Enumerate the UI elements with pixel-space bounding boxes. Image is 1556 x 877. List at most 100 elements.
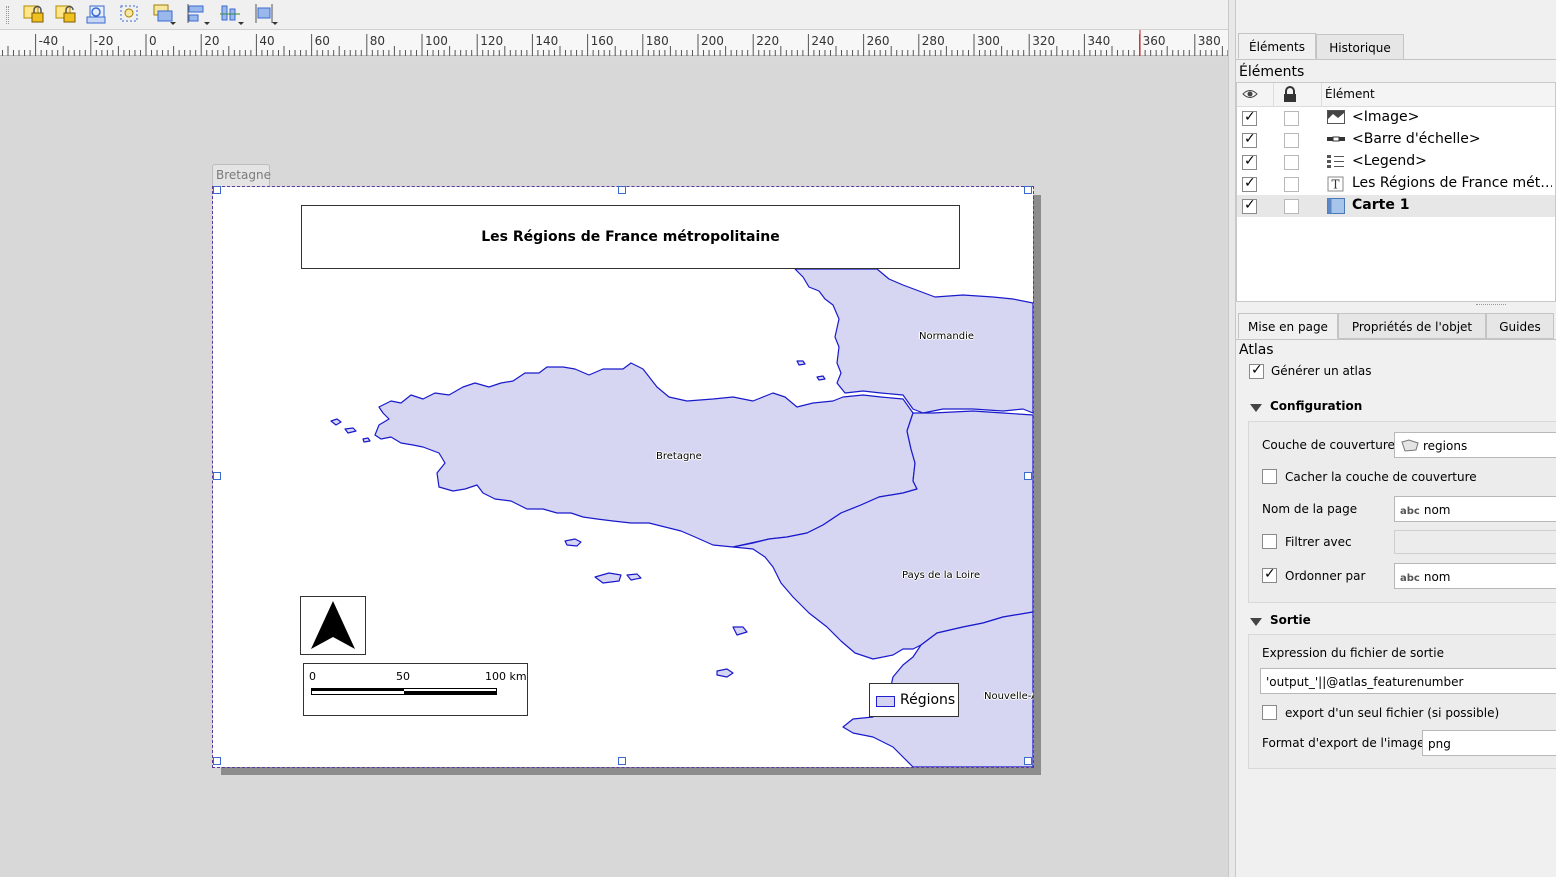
visibility-checkbox[interactable]: [1242, 175, 1257, 192]
filter-field[interactable]: [1394, 530, 1556, 554]
visibility-checkbox[interactable]: [1242, 197, 1257, 214]
legend-swatch: [876, 696, 895, 707]
generate-atlas-checkbox[interactable]: [1249, 362, 1264, 379]
tab-history[interactable]: Historique: [1316, 34, 1404, 60]
horizontal-ruler: -40 -20 0 20 40 60 80 100 120 140 160 180 200 220 240 2…: [0, 30, 1230, 56]
atlas-heading: Atlas: [1239, 342, 1274, 358]
legend-label: Régions: [900, 692, 956, 708]
resize-handle[interactable]: [213, 757, 221, 765]
raise-icon[interactable]: [150, 2, 178, 26]
lock-items-icon[interactable]: [20, 2, 48, 26]
lock-checkbox[interactable]: [1284, 155, 1299, 170]
resize-handle[interactable]: [618, 757, 626, 765]
distribute-icon[interactable]: [218, 2, 246, 26]
element-row[interactable]: <Image>: [1237, 107, 1555, 129]
expression-abc-icon: abc: [1400, 573, 1420, 584]
island: [816, 375, 826, 381]
image-format-label: Format d'export de l'image: [1262, 736, 1425, 750]
coverage-layer-select[interactable]: regions: [1394, 432, 1556, 458]
ruler-label: 260: [867, 34, 890, 48]
ruler-label: 180: [646, 34, 669, 48]
island: [716, 668, 734, 678]
hide-coverage-label: Cacher la couche de couverture: [1285, 470, 1477, 484]
north-arrow-item[interactable]: [300, 596, 366, 655]
element-row[interactable]: <Barre d'échelle>: [1237, 129, 1555, 151]
resize-handle[interactable]: [1024, 186, 1032, 194]
visibility-checkbox[interactable]: [1242, 109, 1257, 126]
ruler-label: 40: [259, 34, 274, 48]
configuration-title[interactable]: Configuration: [1270, 399, 1362, 413]
ungroup-icon[interactable]: [116, 2, 144, 26]
ruler-label: 140: [535, 34, 558, 48]
unlock-items-icon[interactable]: [52, 2, 80, 26]
resize-handle[interactable]: [618, 186, 626, 194]
resize-handle[interactable]: [213, 186, 221, 194]
align-icon[interactable]: [184, 2, 212, 26]
title-label-item[interactable]: Les Régions de France métropolitaine: [301, 205, 960, 269]
lock-checkbox[interactable]: [1284, 133, 1299, 148]
label-normandie: Normandie: [919, 331, 975, 342]
element-label: <Legend>: [1352, 153, 1427, 169]
lock-checkbox[interactable]: [1284, 199, 1299, 214]
right-panel: Éléments Historique Éléments Élément <Im…: [1236, 0, 1556, 877]
ruler-label: 60: [315, 34, 330, 48]
element-label: Carte 1: [1352, 197, 1410, 213]
visibility-checkbox[interactable]: [1242, 131, 1257, 148]
image-icon: [1327, 110, 1345, 126]
scale-bar-item[interactable]: 0 50 100 km: [303, 663, 528, 716]
island: [732, 626, 748, 636]
lock-checkbox[interactable]: [1284, 177, 1299, 192]
splitter-grip[interactable]: [1476, 304, 1506, 306]
layout-page[interactable]: Normandie Bretagne Pays de la Loire Nouv…: [213, 187, 1033, 767]
single-file-checkbox[interactable]: [1262, 705, 1277, 720]
filter-checkbox[interactable]: [1262, 534, 1277, 549]
toolbar-grip[interactable]: [6, 6, 9, 24]
layout-toolbar: [0, 0, 1230, 30]
image-format-select[interactable]: png: [1422, 730, 1556, 756]
lock-checkbox[interactable]: [1284, 111, 1299, 126]
expression-abc-icon: abc: [1400, 506, 1420, 517]
legend-icon: [1327, 154, 1345, 170]
sort-field[interactable]: abc nom: [1394, 563, 1556, 589]
panel-splitter[interactable]: [1228, 0, 1236, 877]
element-label: <Image>: [1352, 109, 1420, 125]
page-tab[interactable]: Bretagne: [212, 164, 271, 186]
ruler-label: 300: [977, 34, 1000, 48]
hide-coverage-checkbox[interactable]: [1262, 469, 1277, 484]
collapse-icon[interactable]: [1250, 404, 1262, 412]
element-row[interactable]: T Les Régions de France mét…: [1237, 173, 1555, 195]
group-icon[interactable]: [84, 2, 112, 26]
element-row[interactable]: <Legend>: [1237, 151, 1555, 173]
coverage-label: Couche de couverture: [1262, 438, 1395, 452]
eye-icon: [1242, 90, 1258, 98]
svg-text:T: T: [1331, 178, 1339, 192]
page-name-field[interactable]: abc nom: [1394, 496, 1556, 522]
resize-icon[interactable]: [252, 2, 280, 26]
ruler-label: 160: [591, 34, 614, 48]
ruler-label: 20: [204, 34, 219, 48]
output-title[interactable]: Sortie: [1270, 613, 1311, 627]
polygon-layer-icon: [1401, 439, 1419, 452]
elements-list[interactable]: Élément <Image> <Barre d'échelle> <Legend>…: [1236, 82, 1556, 302]
scale-label-100: 100 km: [485, 670, 527, 683]
sort-checkbox[interactable]: [1262, 566, 1277, 583]
tab-elements[interactable]: Éléments: [1238, 33, 1316, 59]
tab-item-properties[interactable]: Propriétés de l'objet: [1338, 313, 1486, 339]
island: [564, 538, 582, 547]
ruler-label: 220: [756, 34, 779, 48]
visibility-checkbox[interactable]: [1242, 153, 1257, 170]
island: [626, 573, 642, 581]
resize-handle[interactable]: [213, 472, 221, 480]
ruler-label: 320: [1032, 34, 1055, 48]
legend-item[interactable]: Régions: [869, 683, 959, 717]
output-expression-field[interactable]: 'output_'||@atlas_featurenumber: [1260, 668, 1556, 694]
resize-handle[interactable]: [1024, 757, 1032, 765]
collapse-icon[interactable]: [1250, 618, 1262, 626]
resize-handle[interactable]: [1024, 472, 1032, 480]
map-title: Les Régions de France métropolitaine: [481, 229, 780, 245]
island: [330, 418, 342, 426]
tab-layout[interactable]: Mise en page: [1238, 313, 1338, 339]
element-row[interactable]: Carte 1: [1237, 195, 1555, 217]
tab-guides[interactable]: Guides: [1486, 313, 1554, 339]
island: [796, 360, 806, 366]
